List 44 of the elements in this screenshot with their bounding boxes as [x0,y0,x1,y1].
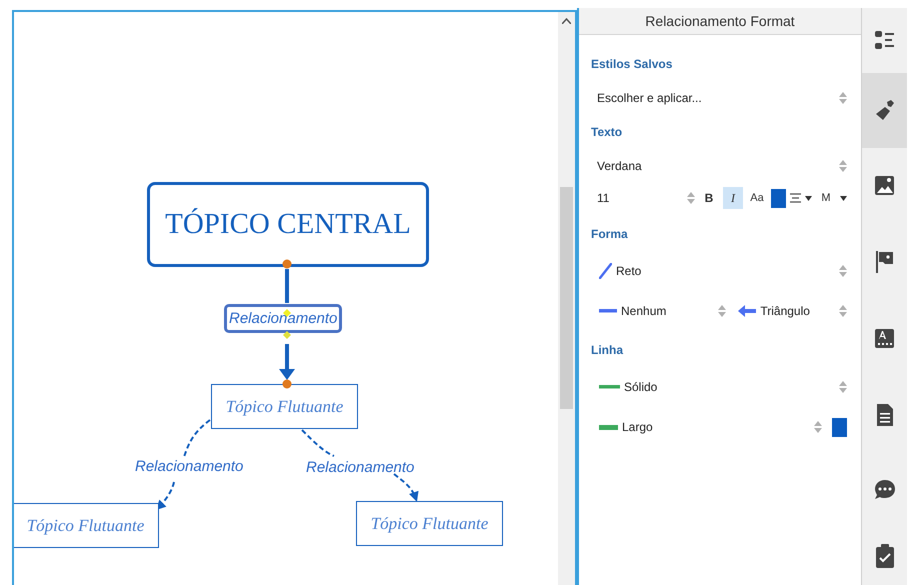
font-select[interactable]: Verdana [597,159,642,173]
scrollbar[interactable] [558,12,575,585]
endpoint-handle[interactable] [282,380,292,388]
scroll-up-icon[interactable] [562,18,571,24]
panel-title: Relacionamento Format [579,8,861,35]
font-size-field[interactable]: 11 [597,191,610,205]
line-color-swatch[interactable] [832,418,847,436]
line-style-select[interactable]: Sólido [624,380,658,394]
floating-topic[interactable]: Tópico Flutuante [14,503,159,548]
line-width-select[interactable]: Largo [622,420,653,434]
sidebar-tab[interactable] [862,73,907,148]
relationship-label[interactable]: Relacionamento [224,304,342,333]
caret-icon [840,196,847,200]
diagonal-line-icon [599,263,612,279]
image-icon [872,174,896,198]
section-heading: Linha [591,342,624,359]
weight-button[interactable]: M [816,187,836,209]
relationship-label[interactable]: Relacionamento [301,453,420,482]
style-select[interactable]: Escolher e aplicar... [597,91,702,105]
section-heading: Forma [591,226,629,243]
connector-arrow[interactable] [301,429,418,502]
floating-topic[interactable]: Tópico Flutuante [211,384,358,429]
end-arrow-select[interactable]: Triângulo [760,304,810,318]
case-button[interactable]: Aa [747,187,767,209]
control-handle[interactable] [283,331,291,339]
align-icon[interactable] [790,193,801,203]
connector-arrow[interactable] [279,344,295,380]
arrow-left-icon [738,305,756,317]
scrollbar-thumb[interactable] [560,187,573,409]
bold-button[interactable]: B [699,187,719,209]
italic-button[interactable]: I [723,187,743,209]
chat-bubble-icon [872,478,896,502]
endpoint-handle[interactable] [282,260,292,268]
start-arrow-select[interactable]: Nenhum [621,304,666,318]
section-heading: Estilos Salvos [591,56,674,73]
text-color-swatch[interactable] [771,188,786,208]
text-style-icon [872,327,896,351]
line-type-select[interactable]: Reto [616,264,642,278]
relationship-label[interactable]: Relacionamento [130,452,248,481]
line-end-icon [599,309,617,313]
floating-topic[interactable]: Tópico Flutuante [356,501,503,546]
central-topic[interactable]: TÓPICO CENTRAL [147,182,429,267]
caret-icon [805,196,812,200]
section-heading: Texto [591,124,624,141]
